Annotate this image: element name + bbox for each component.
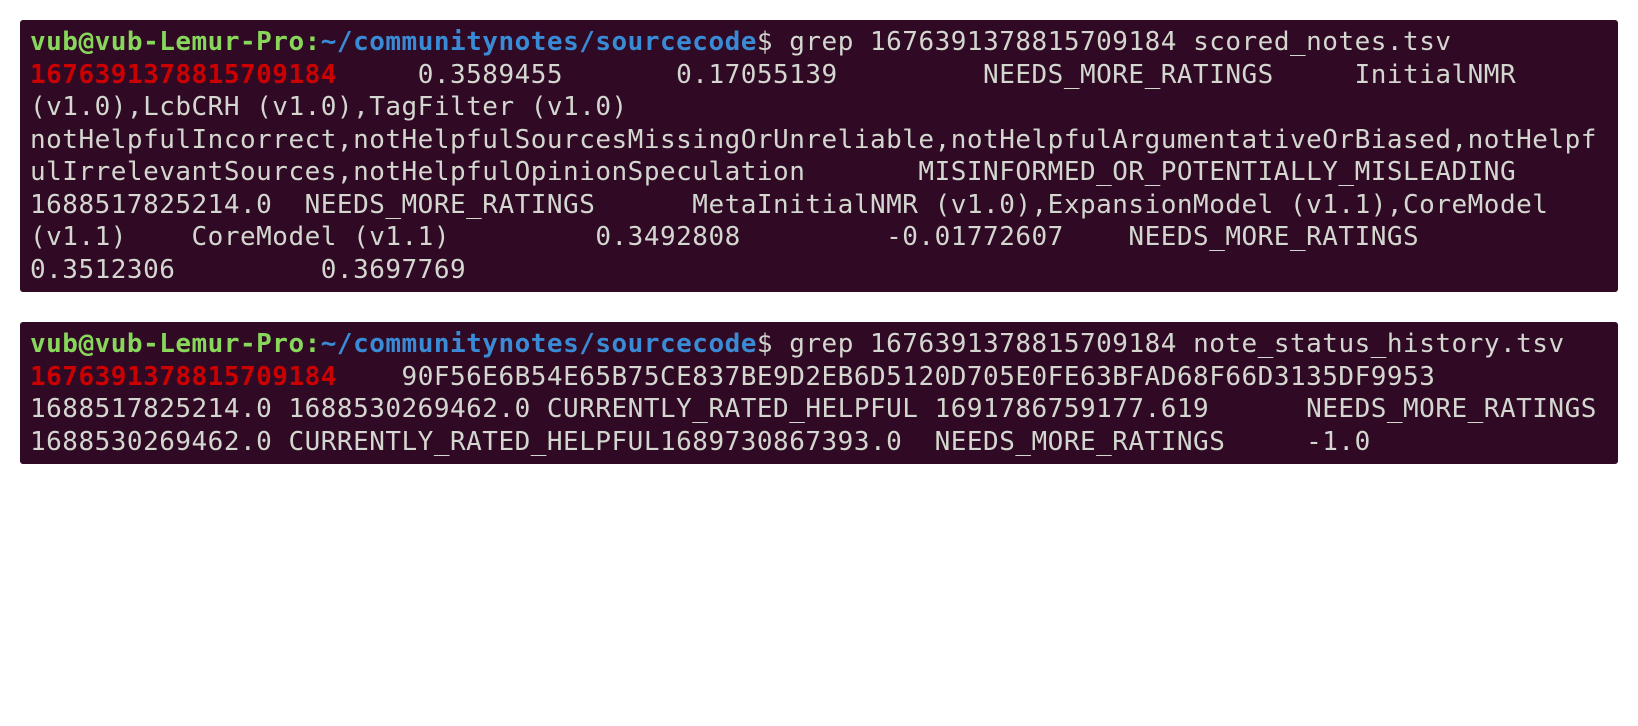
terminal-window-1[interactable]: vub@vub-Lemur-Pro:~/communitynotes/sourc… — [20, 20, 1618, 292]
terminal-content-1: vub@vub-Lemur-Pro:~/communitynotes/sourc… — [30, 26, 1608, 286]
prompt-path: /communitynotes/sourcecode — [337, 329, 757, 359]
prompt-user: vub@vub-Lemur-Pro — [30, 329, 305, 359]
prompt-colon: : — [305, 27, 321, 57]
terminal-window-2[interactable]: vub@vub-Lemur-Pro:~/communitynotes/sourc… — [20, 322, 1618, 464]
terminal-content-2: vub@vub-Lemur-Pro:~/communitynotes/sourc… — [30, 328, 1608, 458]
command: grep 1676391378815709184 note_status_his… — [789, 329, 1564, 359]
grep-match: 1676391378815709184 — [30, 362, 337, 392]
prompt-path: /communitynotes/sourcecode — [337, 27, 757, 57]
grep-match: 1676391378815709184 — [30, 60, 337, 90]
prompt-dollar: $ — [757, 329, 789, 359]
prompt-tilde: ~ — [321, 329, 337, 359]
prompt-colon: : — [305, 329, 321, 359]
prompt-dollar: $ — [757, 27, 789, 57]
prompt-user: vub@vub-Lemur-Pro — [30, 27, 305, 57]
command: grep 1676391378815709184 scored_notes.ts… — [789, 27, 1451, 57]
output: 0.3589455 0.17055139 NEEDS_MORE_RATINGS … — [30, 60, 1618, 285]
prompt-tilde: ~ — [321, 27, 337, 57]
